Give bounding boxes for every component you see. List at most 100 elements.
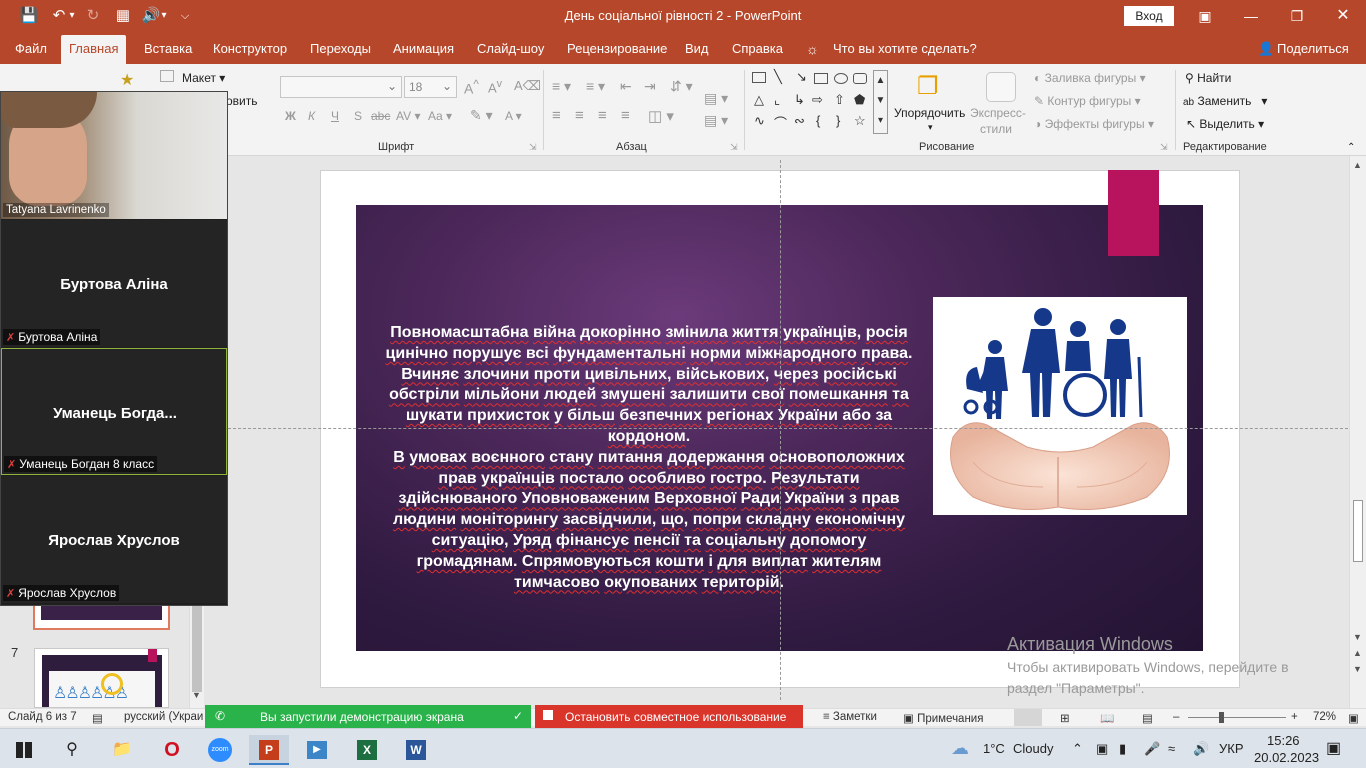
drawing-dialog-launcher-icon[interactable]: ⇲ <box>1160 142 1168 153</box>
editor-scroll-thumb[interactable] <box>1353 500 1363 562</box>
tab-review[interactable]: Рецензирование <box>567 41 667 56</box>
curved-connector-icon[interactable]: ↳ <box>794 92 805 108</box>
video-tile-participant[interactable]: Ярослав Хруслов ✗ Ярослав Хруслов <box>1 476 227 603</box>
arrange-button[interactable]: Упорядочить <box>894 106 965 120</box>
tab-transitions[interactable]: Переходы <box>310 41 371 56</box>
justify-icon[interactable]: ≡ <box>621 107 630 124</box>
language-indicator[interactable]: русский (Украи <box>124 711 203 723</box>
file-explorer-icon[interactable]: 📁 <box>102 735 142 765</box>
quick-styles-button-2[interactable]: стили <box>980 122 1012 136</box>
spellcheck-icon[interactable]: ▤ <box>92 711 103 725</box>
clock-date[interactable]: 20.02.2023 <box>1254 750 1319 765</box>
minimize-button[interactable]: — <box>1236 6 1266 26</box>
zoom-out-icon[interactable]: – <box>1173 711 1179 723</box>
tab-view[interactable]: Вид <box>685 41 709 56</box>
shape-effects-button[interactable]: ◑ Эффекты фигуры ▾ <box>1034 117 1154 131</box>
arc-shape-icon[interactable]: ⌒ <box>774 113 787 132</box>
reading-view-icon[interactable]: 📖 <box>1100 711 1114 725</box>
video-tile-participant[interactable]: Уманець Богда... ✗ Уманець Богдан 8 класс <box>1 348 227 475</box>
rectangle-shape-icon[interactable] <box>814 73 828 84</box>
tab-slideshow[interactable]: Слайд-шоу <box>477 41 544 56</box>
share-button[interactable]: Поделиться <box>1277 41 1349 56</box>
shadow-button[interactable]: S <box>354 109 362 123</box>
zoom-app-icon[interactable]: zoom <box>200 735 240 765</box>
weather-temp[interactable]: 1°C <box>983 741 1005 756</box>
video-tile-participant[interactable]: Буртова Аліна ✗ Буртова Аліна <box>1 220 227 347</box>
text-direction-icon[interactable]: ▤ ▾ <box>704 90 728 107</box>
collapse-ribbon-icon[interactable]: ⌃ <box>1347 142 1355 153</box>
clear-format-icon[interactable]: A⌫ <box>514 78 541 94</box>
scroll-down-icon[interactable]: ▼ <box>1353 632 1362 642</box>
notes-button[interactable]: ≡ Заметки <box>823 711 877 723</box>
line-shape-icon[interactable]: ╲ <box>774 69 782 85</box>
volume-icon[interactable]: 🔊 <box>1193 741 1209 757</box>
shapes-gallery-scroll[interactable]: ▲ ▼ ▾ <box>873 70 888 134</box>
textbox-shape-icon[interactable] <box>752 72 766 83</box>
elbow-connector-icon[interactable]: ⌞ <box>774 92 780 108</box>
freeform-shape-icon[interactable]: ∿ <box>754 113 765 129</box>
powerpoint-icon[interactable]: P <box>249 735 289 765</box>
ribbon-display-icon[interactable]: ▣ <box>1190 6 1220 26</box>
font-size-combo[interactable]: 18 ⌄ <box>404 76 457 98</box>
zoom-in-icon[interactable]: + <box>1291 711 1298 723</box>
triangle-shape-icon[interactable]: △ <box>754 92 764 108</box>
smartart-icon[interactable]: ▤ ▾ <box>704 112 728 129</box>
bullets-icon[interactable]: ≡ ▾ <box>552 78 571 95</box>
copy-format-button[interactable]: овить <box>226 94 258 108</box>
underline-button[interactable]: Ч <box>331 109 339 123</box>
right-arrow-shape-icon[interactable]: ⇨ <box>812 92 823 108</box>
tab-design[interactable]: Конструктор <box>213 41 287 56</box>
arrow-shape-icon[interactable]: ↘ <box>796 69 807 85</box>
windows-start-icon[interactable] <box>4 735 44 765</box>
slide-sorter-icon[interactable]: ⊞ <box>1060 711 1070 725</box>
weather-text[interactable]: Cloudy <box>1013 741 1053 756</box>
keyboard-language[interactable]: УКР <box>1219 741 1244 756</box>
layout-button[interactable]: Макет ▾ <box>182 71 225 85</box>
decrease-indent-icon[interactable]: ⇤ <box>620 78 632 95</box>
align-center-icon[interactable]: ≡ <box>575 107 584 124</box>
oval-shape-icon[interactable] <box>834 73 848 84</box>
tab-home[interactable]: Главная <box>61 35 127 64</box>
search-icon[interactable]: ⚲ <box>52 735 92 765</box>
pentagon-shape-icon[interactable]: ⬟ <box>854 92 865 108</box>
slide-counter[interactable]: Слайд 6 из 7 <box>8 711 77 723</box>
arrange-icon[interactable]: ❐ <box>917 72 939 101</box>
slide-thumb-7[interactable]: ♙♙♙♙♙♙ <box>34 648 169 708</box>
line-spacing-icon[interactable]: ⇵ ▾ <box>670 78 693 95</box>
opera-icon[interactable]: O <box>152 735 192 765</box>
weather-icon[interactable]: ☁ <box>951 738 969 759</box>
columns-icon[interactable]: ◫ ▾ <box>648 107 674 125</box>
restore-button[interactable]: ❐ <box>1282 6 1312 26</box>
login-button[interactable]: Вход <box>1124 6 1174 26</box>
numbering-icon[interactable]: ≡ ▾ <box>586 78 605 95</box>
char-spacing-icon[interactable]: AV ▾ <box>396 109 420 123</box>
close-button[interactable]: ✕ <box>1328 6 1358 26</box>
zoom-level[interactable]: 72% <box>1313 711 1336 723</box>
slide-text-box[interactable]: Повномасштабна війна докорінно змінила ж… <box>380 323 918 593</box>
stop-sharing-button[interactable]: Остановить совместное использование <box>535 705 803 728</box>
select-button[interactable]: ↖ Выделить ▾ <box>1186 117 1264 131</box>
paragraph-dialog-launcher-icon[interactable]: ⇲ <box>730 142 738 153</box>
tell-me-search[interactable]: Что вы хотите сделать? <box>833 41 977 56</box>
normal-view-icon[interactable] <box>1014 709 1042 726</box>
shape-fill-button[interactable]: ◐ Заливка фигуры ▾ <box>1034 71 1146 85</box>
arrange-dropdown-icon[interactable]: ▾ <box>928 122 933 133</box>
align-left-icon[interactable]: ≡ <box>552 107 561 124</box>
comments-button[interactable]: ▣ Примечания <box>903 711 983 725</box>
microphone-icon[interactable]: 🎤 <box>1144 741 1160 757</box>
right-brace-icon[interactable]: } <box>836 113 840 128</box>
quick-styles-button-1[interactable]: Экспресс- <box>970 106 1026 120</box>
replace-button[interactable]: ab Заменить ▾ <box>1183 94 1267 108</box>
bold-button[interactable]: Ж <box>285 109 296 123</box>
font-color-icon[interactable]: A ▾ <box>505 109 522 123</box>
font-shrink-icon[interactable]: Av <box>488 78 502 95</box>
italic-button[interactable]: К <box>308 109 315 123</box>
zoom-slider-thumb[interactable] <box>1219 712 1224 723</box>
thumbnail-scroll-thumb[interactable] <box>192 592 202 692</box>
up-arrow-shape-icon[interactable]: ⇧ <box>834 92 845 108</box>
previous-slide-icon[interactable]: ▲ <box>1353 648 1362 658</box>
new-slide-icon[interactable]: ★ <box>120 70 134 90</box>
align-right-icon[interactable]: ≡ <box>598 107 607 124</box>
increase-indent-icon[interactable]: ⇥ <box>644 78 656 95</box>
change-case-icon[interactable]: Aa ▾ <box>428 109 452 123</box>
